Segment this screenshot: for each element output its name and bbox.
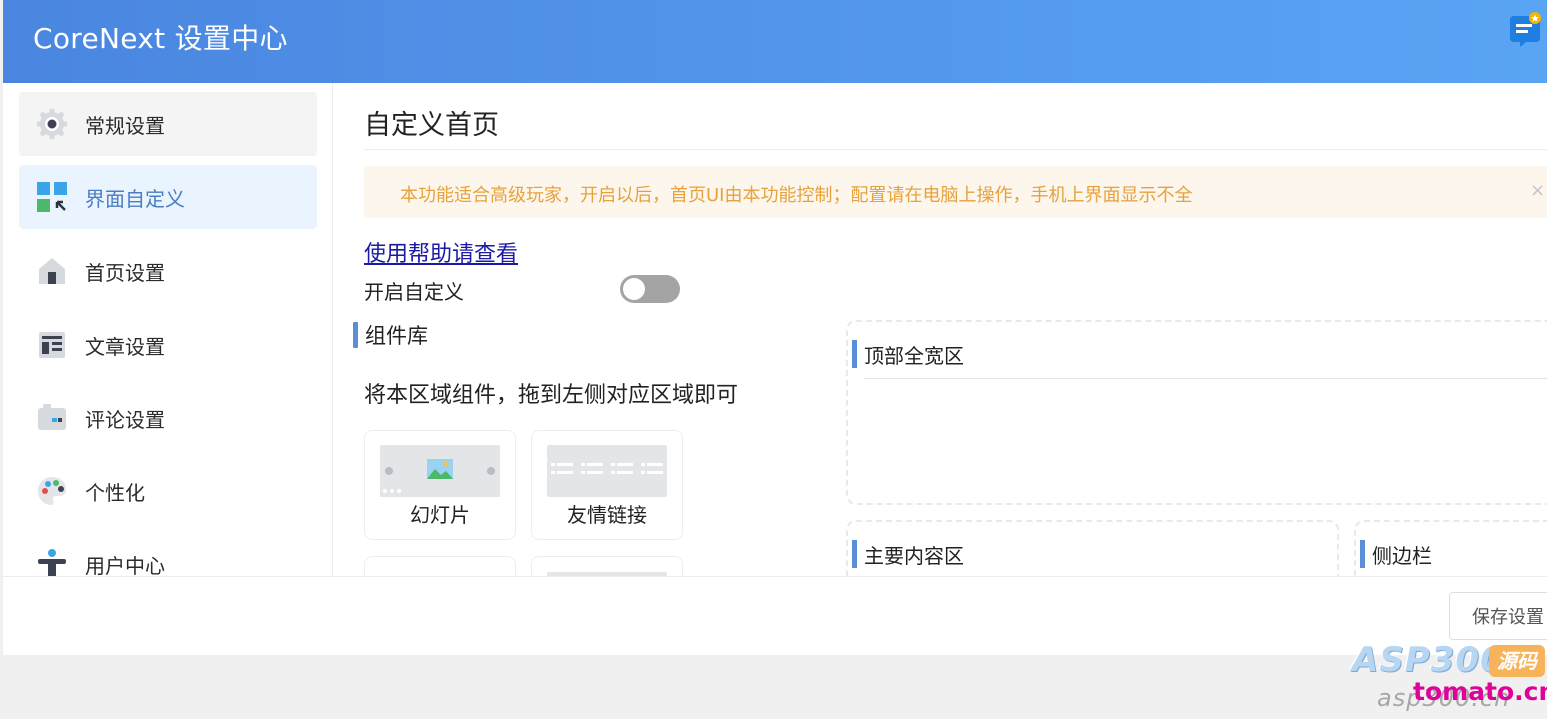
main-content-zone[interactable]: 主要内容区 [846, 520, 1339, 576]
divider [364, 149, 1547, 150]
zone-title: 侧边栏 [1360, 540, 1432, 569]
sidebar-item-comment[interactable]: 评论设置 [19, 386, 317, 450]
component-card[interactable] [364, 556, 516, 576]
top-full-width-zone[interactable]: 顶部全宽区 [846, 320, 1547, 505]
gear-icon [35, 107, 69, 141]
component-library-heading: 组件库 [353, 320, 428, 350]
layout-grid-icon [35, 180, 69, 214]
sidebar-item-label: 文章设置 [85, 334, 165, 359]
settings-app: CoreNext 设置中心 常规设置 界面自定义 首页设置 文章设置 评论设置 … [3, 0, 1547, 655]
sidebar-item-label: 首页设置 [85, 260, 165, 285]
warning-alert: 本功能适合高级玩家，开启以后，首页UI由本功能控制；配置请在电脑上操作，手机上界… [364, 166, 1547, 218]
sidebar-item-ui-custom[interactable]: 界面自定义 [19, 165, 317, 229]
footer-bar: 保存设置 [3, 576, 1547, 655]
main-content: 自定义首页 本功能适合高级玩家，开启以后，首页UI由本功能控制；配置请在电脑上操… [334, 83, 1547, 576]
sidebar-item-label: 界面自定义 [85, 186, 185, 211]
sidebar-item-personalize[interactable]: 个性化 [19, 459, 317, 523]
sidebar-item-article[interactable]: 文章设置 [19, 313, 317, 377]
link-list-thumbnail-icon [547, 445, 667, 497]
app-title: CoreNext 设置中心 [33, 22, 288, 55]
top-header: CoreNext 设置中心 [3, 0, 1547, 83]
component-card-friend-links[interactable]: 友情链接 [531, 430, 683, 540]
component-card-slideshow[interactable]: 幻灯片 [364, 430, 516, 540]
zone-title: 顶部全宽区 [852, 340, 964, 369]
sidebar-item-label: 个性化 [85, 480, 145, 505]
watermark-badge: 源码 [1489, 645, 1545, 677]
close-icon[interactable]: × [1530, 180, 1545, 201]
sidebar-item-label: 评论设置 [85, 407, 165, 432]
message-notification-icon[interactable] [1508, 12, 1542, 48]
toggle-label: 开启自定义 [364, 280, 464, 304]
enable-custom-toggle[interactable] [620, 275, 680, 303]
toggle-knob [623, 278, 645, 300]
save-button[interactable]: 保存设置 [1449, 592, 1547, 640]
divider [864, 378, 1547, 379]
sidebar-zone[interactable]: 侧边栏 [1354, 520, 1547, 576]
page-title: 自定义首页 [364, 110, 499, 141]
zone-title: 主要内容区 [852, 540, 964, 569]
library-description: 将本区域组件，拖到左侧对应区域即可 [364, 383, 739, 408]
watermark-logo: ASP300 [1352, 640, 1505, 680]
sidebar: 常规设置 界面自定义 首页设置 文章设置 评论设置 个性化 用户中心 [3, 83, 333, 579]
sidebar-item-home[interactable]: 首页设置 [19, 239, 317, 303]
sidebar-item-label: 用户中心 [85, 553, 165, 578]
slideshow-thumbnail-icon [380, 445, 500, 497]
component-card[interactable] [531, 556, 683, 576]
palette-icon [35, 474, 69, 508]
alert-text: 本功能适合高级玩家，开启以后，首页UI由本功能控制；配置请在电脑上操作，手机上界… [400, 185, 1193, 206]
help-link[interactable]: 使用帮助请查看 [364, 236, 518, 268]
comment-box-icon [35, 401, 69, 435]
sidebar-item-general[interactable]: 常规设置 [19, 92, 317, 156]
watermark-overlay: tomato.cm [1413, 677, 1547, 706]
component-label: 友情链接 [567, 503, 647, 527]
home-icon [35, 254, 69, 288]
sidebar-item-label: 常规设置 [85, 113, 165, 138]
component-label: 幻灯片 [410, 503, 470, 527]
article-layout-icon [35, 328, 69, 362]
